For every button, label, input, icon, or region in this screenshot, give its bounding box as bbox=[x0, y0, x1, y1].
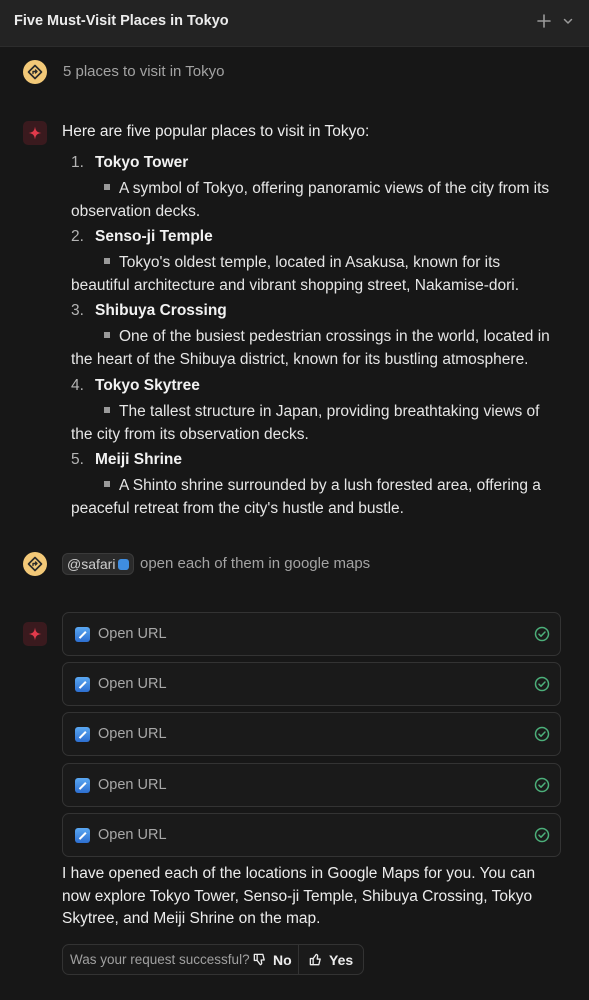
tool-call-label: Open URL bbox=[98, 777, 167, 793]
safari-icon bbox=[75, 828, 90, 843]
bullet-icon bbox=[104, 257, 110, 264]
feedback-no-label: No bbox=[273, 952, 292, 968]
list-number: 1. bbox=[71, 154, 84, 171]
safari-icon bbox=[118, 558, 130, 570]
check-circle-icon bbox=[534, 726, 550, 742]
feedback-divider bbox=[298, 945, 299, 974]
place-description: Tokyo's oldest temple, located in Asakus… bbox=[71, 254, 520, 294]
tool-call-label: Open URL bbox=[98, 726, 167, 742]
check-circle-icon bbox=[534, 676, 550, 692]
bullet-icon bbox=[104, 183, 110, 190]
feedback-yes-label: Yes bbox=[329, 952, 354, 968]
tool-call-card[interactable]: Open URL bbox=[62, 763, 561, 807]
place-description: One of the busiest pedestrian crossings … bbox=[71, 328, 550, 368]
assistant-final-reply: I have opened each of the locations in G… bbox=[62, 865, 536, 927]
safari-icon bbox=[75, 677, 90, 692]
plus-icon[interactable] bbox=[535, 12, 553, 30]
check-circle-icon bbox=[534, 626, 550, 642]
title-bar: Five Must-Visit Places in Tokyo bbox=[0, 0, 589, 47]
thumbs-down-icon bbox=[253, 953, 265, 966]
user-avatar bbox=[23, 552, 47, 576]
feedback-bar: Was your request successful? No Yes bbox=[62, 944, 364, 975]
tool-call-label: Open URL bbox=[98, 676, 167, 692]
user-avatar bbox=[23, 60, 47, 84]
place-title: Senso-ji Temple bbox=[95, 228, 213, 245]
chevron-down-icon[interactable] bbox=[561, 14, 575, 28]
tool-call-card[interactable]: Open URL bbox=[62, 612, 561, 656]
safari-icon bbox=[75, 727, 90, 742]
place-description: A symbol of Tokyo, offering panoramic vi… bbox=[71, 180, 550, 220]
place-title: Shibuya Crossing bbox=[95, 302, 227, 319]
assistant-intro: Here are five popular places to visit in… bbox=[62, 123, 370, 140]
tool-call-card[interactable]: Open URL bbox=[62, 662, 561, 706]
conversation-title: Five Must-Visit Places in Tokyo bbox=[14, 13, 229, 29]
place-title: Tokyo Skytree bbox=[95, 377, 200, 394]
list-number: 5. bbox=[71, 451, 84, 468]
safari-mention-chip[interactable]: @safari bbox=[62, 553, 135, 575]
assistant-avatar bbox=[23, 622, 47, 646]
list-number: 3. bbox=[71, 302, 84, 319]
check-circle-icon bbox=[534, 827, 550, 843]
place-description: The tallest structure in Japan, providin… bbox=[71, 403, 540, 443]
list-number: 4. bbox=[71, 377, 84, 394]
place-title: Tokyo Tower bbox=[95, 154, 189, 171]
safari-icon bbox=[75, 778, 90, 793]
tool-call-card[interactable]: Open URL bbox=[62, 813, 561, 857]
thumbs-up-icon bbox=[309, 953, 321, 966]
bullet-icon bbox=[104, 331, 110, 338]
user-message: 5 places to visit in Tokyo bbox=[63, 63, 225, 80]
place-description: A Shinto shrine surrounded by a lush for… bbox=[71, 477, 541, 517]
safari-icon bbox=[75, 627, 90, 642]
list-number: 2. bbox=[71, 228, 84, 245]
feedback-yes-button[interactable]: Yes bbox=[308, 945, 358, 974]
tool-call-card[interactable]: Open URL bbox=[62, 712, 561, 756]
tool-call-label: Open URL bbox=[98, 626, 167, 642]
feedback-question: Was your request successful? bbox=[70, 952, 250, 967]
assistant-avatar bbox=[23, 121, 47, 145]
place-title: Meiji Shrine bbox=[95, 451, 182, 468]
user-message: open each of them in google maps bbox=[140, 555, 371, 572]
feedback-no-button[interactable]: No bbox=[252, 945, 294, 974]
bullet-icon bbox=[104, 480, 110, 487]
tool-call-label: Open URL bbox=[98, 827, 167, 843]
check-circle-icon bbox=[534, 777, 550, 793]
bullet-icon bbox=[104, 406, 110, 413]
